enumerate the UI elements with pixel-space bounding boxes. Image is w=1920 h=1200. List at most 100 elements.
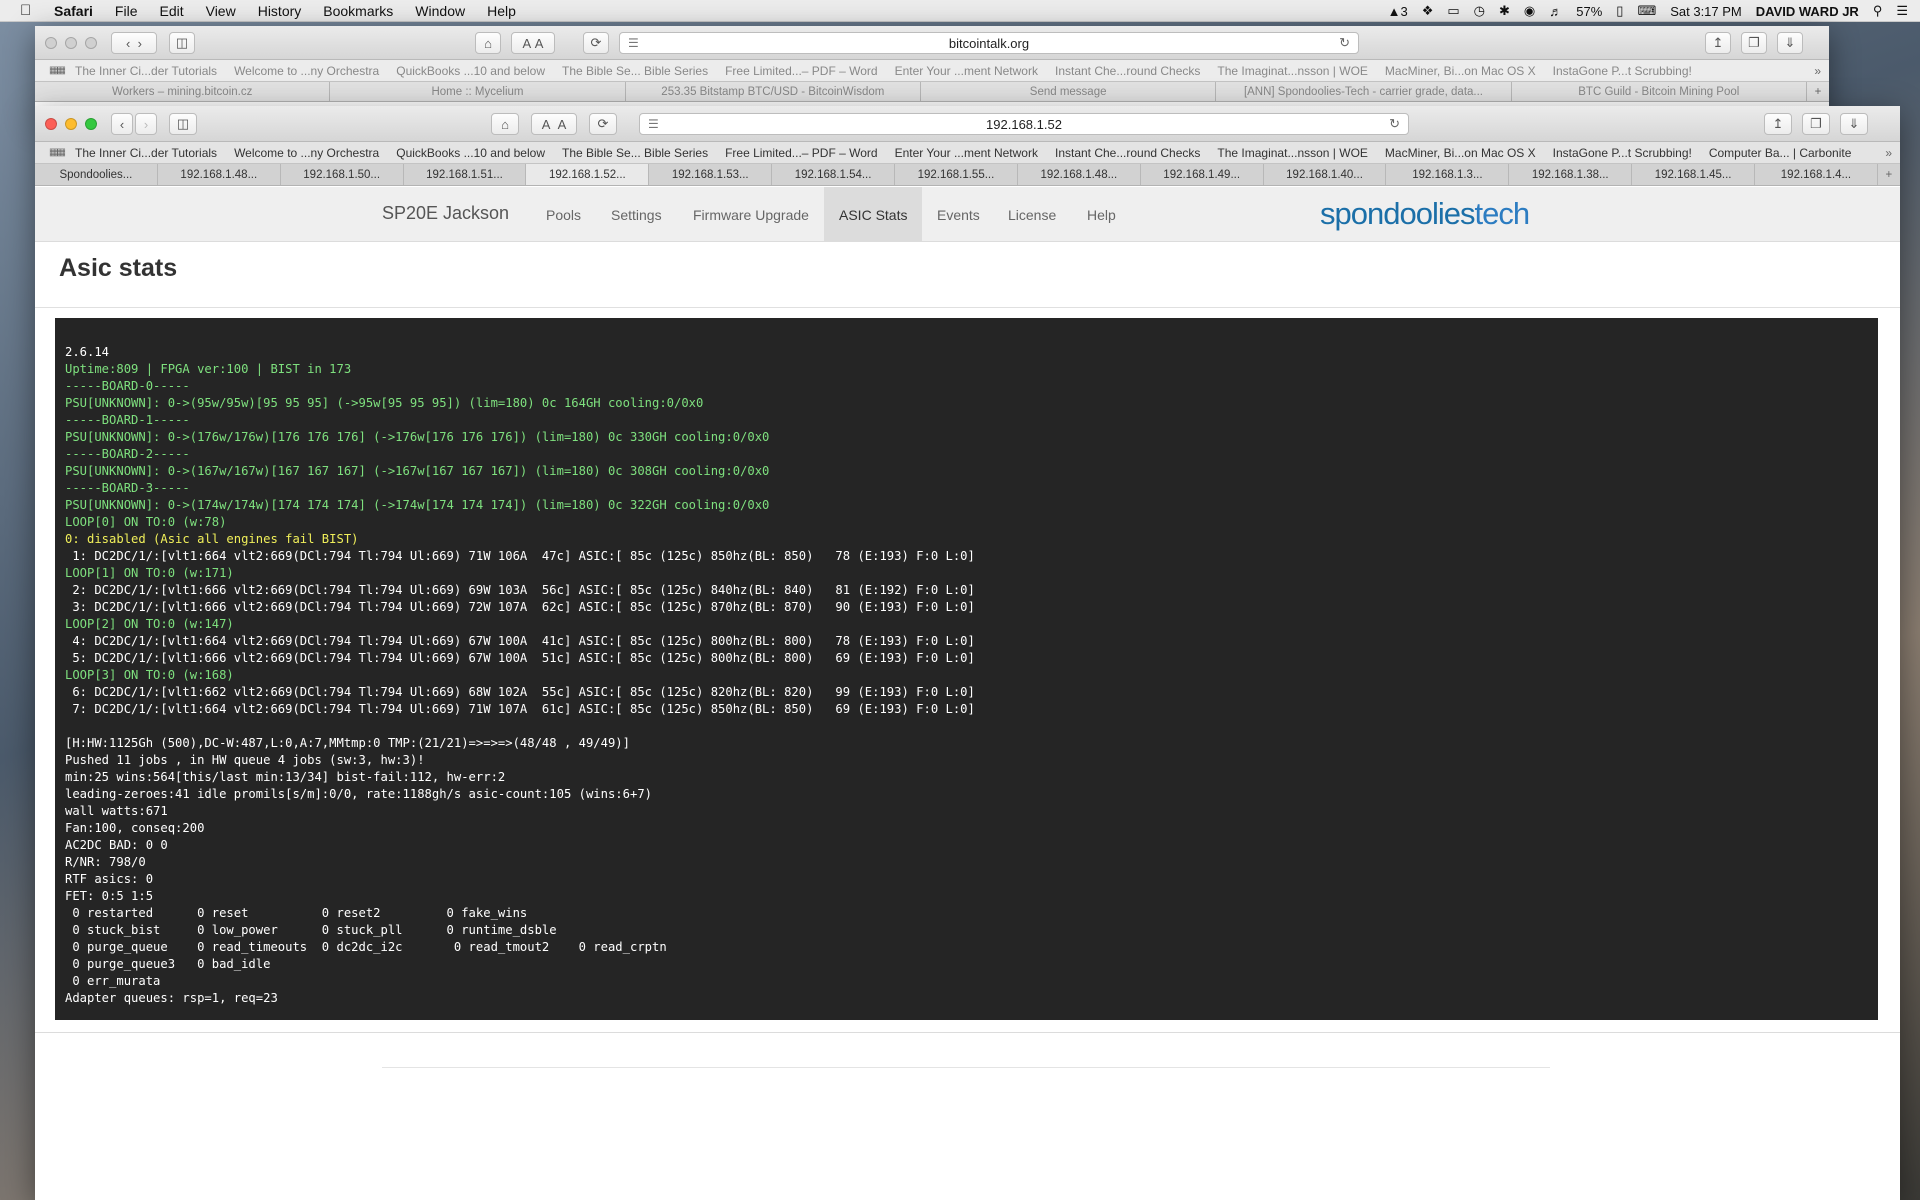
tab[interactable]: 192.168.1.55... — [895, 164, 1018, 185]
wifi-icon[interactable]: ◉ — [1524, 3, 1535, 19]
dropbox-icon[interactable]: ❖ — [1422, 3, 1434, 19]
favorite-link[interactable]: Computer Ba... | Carbonite — [1709, 146, 1852, 160]
favorite-link[interactable]: InstaGone P...t Scrubbing! — [1553, 146, 1692, 160]
bluetooth-icon[interactable]: ✱ — [1499, 3, 1510, 19]
reader-icon[interactable]: ☰ — [648, 117, 659, 131]
tab[interactable]: 192.168.1.48... — [1018, 164, 1141, 185]
favorite-link[interactable]: Welcome to ...ny Orchestra — [234, 64, 379, 78]
volume-icon[interactable]: ♬ — [1549, 4, 1562, 19]
device-name[interactable]: SP20E Jackson — [382, 203, 509, 224]
grid-icon[interactable]: ▦▦ — [49, 147, 66, 158]
extension-icon[interactable]: ⟳ — [589, 113, 617, 135]
menu-app-name[interactable]: Safari — [54, 3, 93, 19]
tab[interactable]: BTC Guild - Bitcoin Mining Pool — [1512, 82, 1807, 101]
grid-icon[interactable]: ▦▦ — [49, 65, 66, 76]
nav-firmware-upgrade[interactable]: Firmware Upgrade — [693, 187, 809, 242]
tab[interactable]: 192.168.1.48... — [158, 164, 281, 185]
tab[interactable]: 192.168.1.49... — [1141, 164, 1264, 185]
menu-file[interactable]: File — [115, 3, 138, 19]
tab[interactable]: 192.168.1.53... — [649, 164, 773, 185]
favorite-link[interactable]: QuickBooks ...10 and below — [396, 146, 545, 160]
favorite-link[interactable]: The Inner Ci...der Tutorials — [75, 146, 217, 160]
favorite-link[interactable]: The Bible Se... Bible Series — [562, 64, 708, 78]
nav-settings[interactable]: Settings — [611, 187, 662, 242]
menu-edit[interactable]: Edit — [159, 3, 183, 19]
new-tab-icon[interactable]: + — [1878, 164, 1900, 185]
tab[interactable]: 192.168.1.50... — [281, 164, 404, 185]
chevron-right-icon[interactable]: » — [1814, 64, 1821, 78]
menu-view[interactable]: View — [206, 3, 236, 19]
nav-asic-stats[interactable]: ASIC Stats — [824, 187, 923, 242]
favorite-link[interactable]: QuickBooks ...10 and below — [396, 64, 545, 78]
favorite-link[interactable]: MacMiner, Bi...on Mac OS X — [1385, 64, 1536, 78]
address-bar[interactable]: ☰ 192.168.1.52 ↻ — [639, 113, 1409, 135]
minimize-icon[interactable] — [65, 118, 77, 130]
sidebar-icon[interactable]: ◫ — [169, 32, 195, 54]
menu-help[interactable]: Help — [487, 3, 516, 19]
clock[interactable]: Sat 3:17 PM — [1670, 4, 1742, 19]
favorite-link[interactable]: The Bible Se... Bible Series — [562, 146, 708, 160]
tab[interactable]: [ANN] Spondoolies-Tech - carrier grade, … — [1216, 82, 1512, 101]
apple-menu-icon[interactable]:  — [20, 2, 38, 19]
favorite-link[interactable]: Welcome to ...ny Orchestra — [234, 146, 379, 160]
zoom-icon[interactable] — [85, 37, 97, 49]
nav-help[interactable]: Help — [1087, 187, 1116, 242]
menu-bookmarks[interactable]: Bookmarks — [323, 3, 393, 19]
spotlight-icon[interactable]: ⚲ — [1873, 3, 1883, 19]
text-size-buttons[interactable]: A A — [511, 32, 555, 54]
favorite-link[interactable]: InstaGone P...t Scrubbing! — [1553, 64, 1692, 78]
adobe-icon[interactable]: ▲3 — [1388, 4, 1408, 19]
tab[interactable]: Home :: Mycelium — [330, 82, 626, 101]
favorite-link[interactable]: MacMiner, Bi...on Mac OS X — [1385, 146, 1536, 160]
downloads-icon[interactable]: ⇓ — [1777, 32, 1803, 54]
favorite-link[interactable]: Instant Che...round Checks — [1055, 64, 1200, 78]
tab[interactable]: 192.168.1.40... — [1264, 164, 1387, 185]
favorite-link[interactable]: Free Limited...– PDF – Word — [725, 146, 878, 160]
minimize-icon[interactable] — [65, 37, 77, 49]
nav-pools[interactable]: Pools — [546, 187, 581, 242]
user-name[interactable]: DAVID WARD JR — [1756, 4, 1859, 19]
extension-icon[interactable]: ⟳ — [583, 32, 609, 54]
tab[interactable]: 192.168.1.45... — [1632, 164, 1756, 185]
tab[interactable]: 192.168.1.51... — [404, 164, 527, 185]
tab[interactable]: 192.168.1.3... — [1386, 164, 1510, 185]
notification-center-icon[interactable]: ☰ — [1896, 3, 1908, 19]
spondoolies-logo[interactable]: spondooliestech — [1320, 196, 1530, 232]
favorite-link[interactable]: The Imaginat...nsson | WOE — [1217, 64, 1368, 78]
favorite-link[interactable]: Instant Che...round Checks — [1055, 146, 1200, 160]
home-icon[interactable]: ⌂ — [475, 32, 501, 54]
tab[interactable]: 192.168.1.4... — [1755, 164, 1878, 185]
downloads-icon[interactable]: ⇓ — [1840, 113, 1868, 135]
favorite-link[interactable]: Enter Your ...ment Network — [895, 146, 1038, 160]
keyboard-icon[interactable]: ⌨ — [1637, 3, 1656, 19]
menu-history[interactable]: History — [258, 3, 302, 19]
favorite-link[interactable]: Enter Your ...ment Network — [895, 64, 1038, 78]
tab-active[interactable]: 192.168.1.52... — [526, 164, 650, 185]
text-size-buttons[interactable]: A A — [531, 113, 577, 135]
tab[interactable]: 192.168.1.38... — [1509, 164, 1633, 185]
tab[interactable]: 192.168.1.54... — [772, 164, 896, 185]
share-icon[interactable]: ↥ — [1764, 113, 1792, 135]
favorite-link[interactable]: The Imaginat...nsson | WOE — [1217, 146, 1368, 160]
back-address-bar[interactable]: ☰ bitcointalk.org ↻ — [619, 32, 1359, 54]
nav-license[interactable]: License — [1008, 187, 1056, 242]
close-icon[interactable] — [45, 37, 57, 49]
tabs-overview-icon[interactable]: ❐ — [1741, 32, 1767, 54]
reader-icon[interactable]: ☰ — [628, 36, 639, 50]
back-forward-buttons[interactable]: ‹ › — [111, 32, 157, 54]
new-tab-icon[interactable]: + — [1807, 82, 1829, 101]
tab[interactable]: 253.35 Bitstamp BTC/USD - BitcoinWisdom — [626, 82, 921, 101]
menu-window[interactable]: Window — [415, 3, 465, 19]
tab[interactable]: Spondoolies... — [35, 164, 158, 185]
tabs-overview-icon[interactable]: ❐ — [1802, 113, 1830, 135]
home-icon[interactable]: ⌂ — [491, 113, 519, 135]
share-icon[interactable]: ↥ — [1705, 32, 1731, 54]
chevron-right-icon[interactable]: » — [1885, 146, 1892, 160]
reload-icon[interactable]: ↻ — [1389, 116, 1400, 132]
time-machine-icon[interactable]: ◷ — [1474, 3, 1485, 19]
tab[interactable]: Send message — [921, 82, 1217, 101]
nav-events[interactable]: Events — [937, 187, 980, 242]
back-button[interactable]: ‹ — [111, 113, 133, 135]
forward-button[interactable]: › — [135, 113, 157, 135]
battery-percent[interactable]: 57% — [1576, 4, 1602, 19]
